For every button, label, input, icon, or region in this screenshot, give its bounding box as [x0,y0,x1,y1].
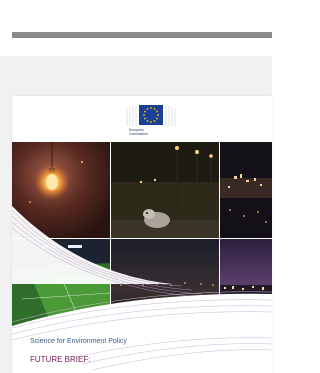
european-commission-logo: European Commission [125,104,177,142]
ec-building-icon [125,104,177,126]
publisher-line-2: Commission [129,132,148,136]
stadium-floodlights-photo [12,239,110,326]
future-brief-label: FUTURE BRIEF: [30,355,91,364]
plants-at-night-photo [111,239,219,326]
document-cover-page[interactable]: European Commission Science for Environm… [12,96,272,373]
series-title: Science for Environment Policy [30,338,127,345]
night-city-lights-photo [220,142,272,238]
cover-photo-collage [12,142,272,326]
cover-header: European Commission [12,96,272,142]
night-street-photo [111,142,219,238]
light-bulb-photo [12,142,110,238]
harbour-night-photo [220,239,272,326]
toolbar-divider [12,32,272,38]
publisher-name: European Commission [129,128,148,136]
